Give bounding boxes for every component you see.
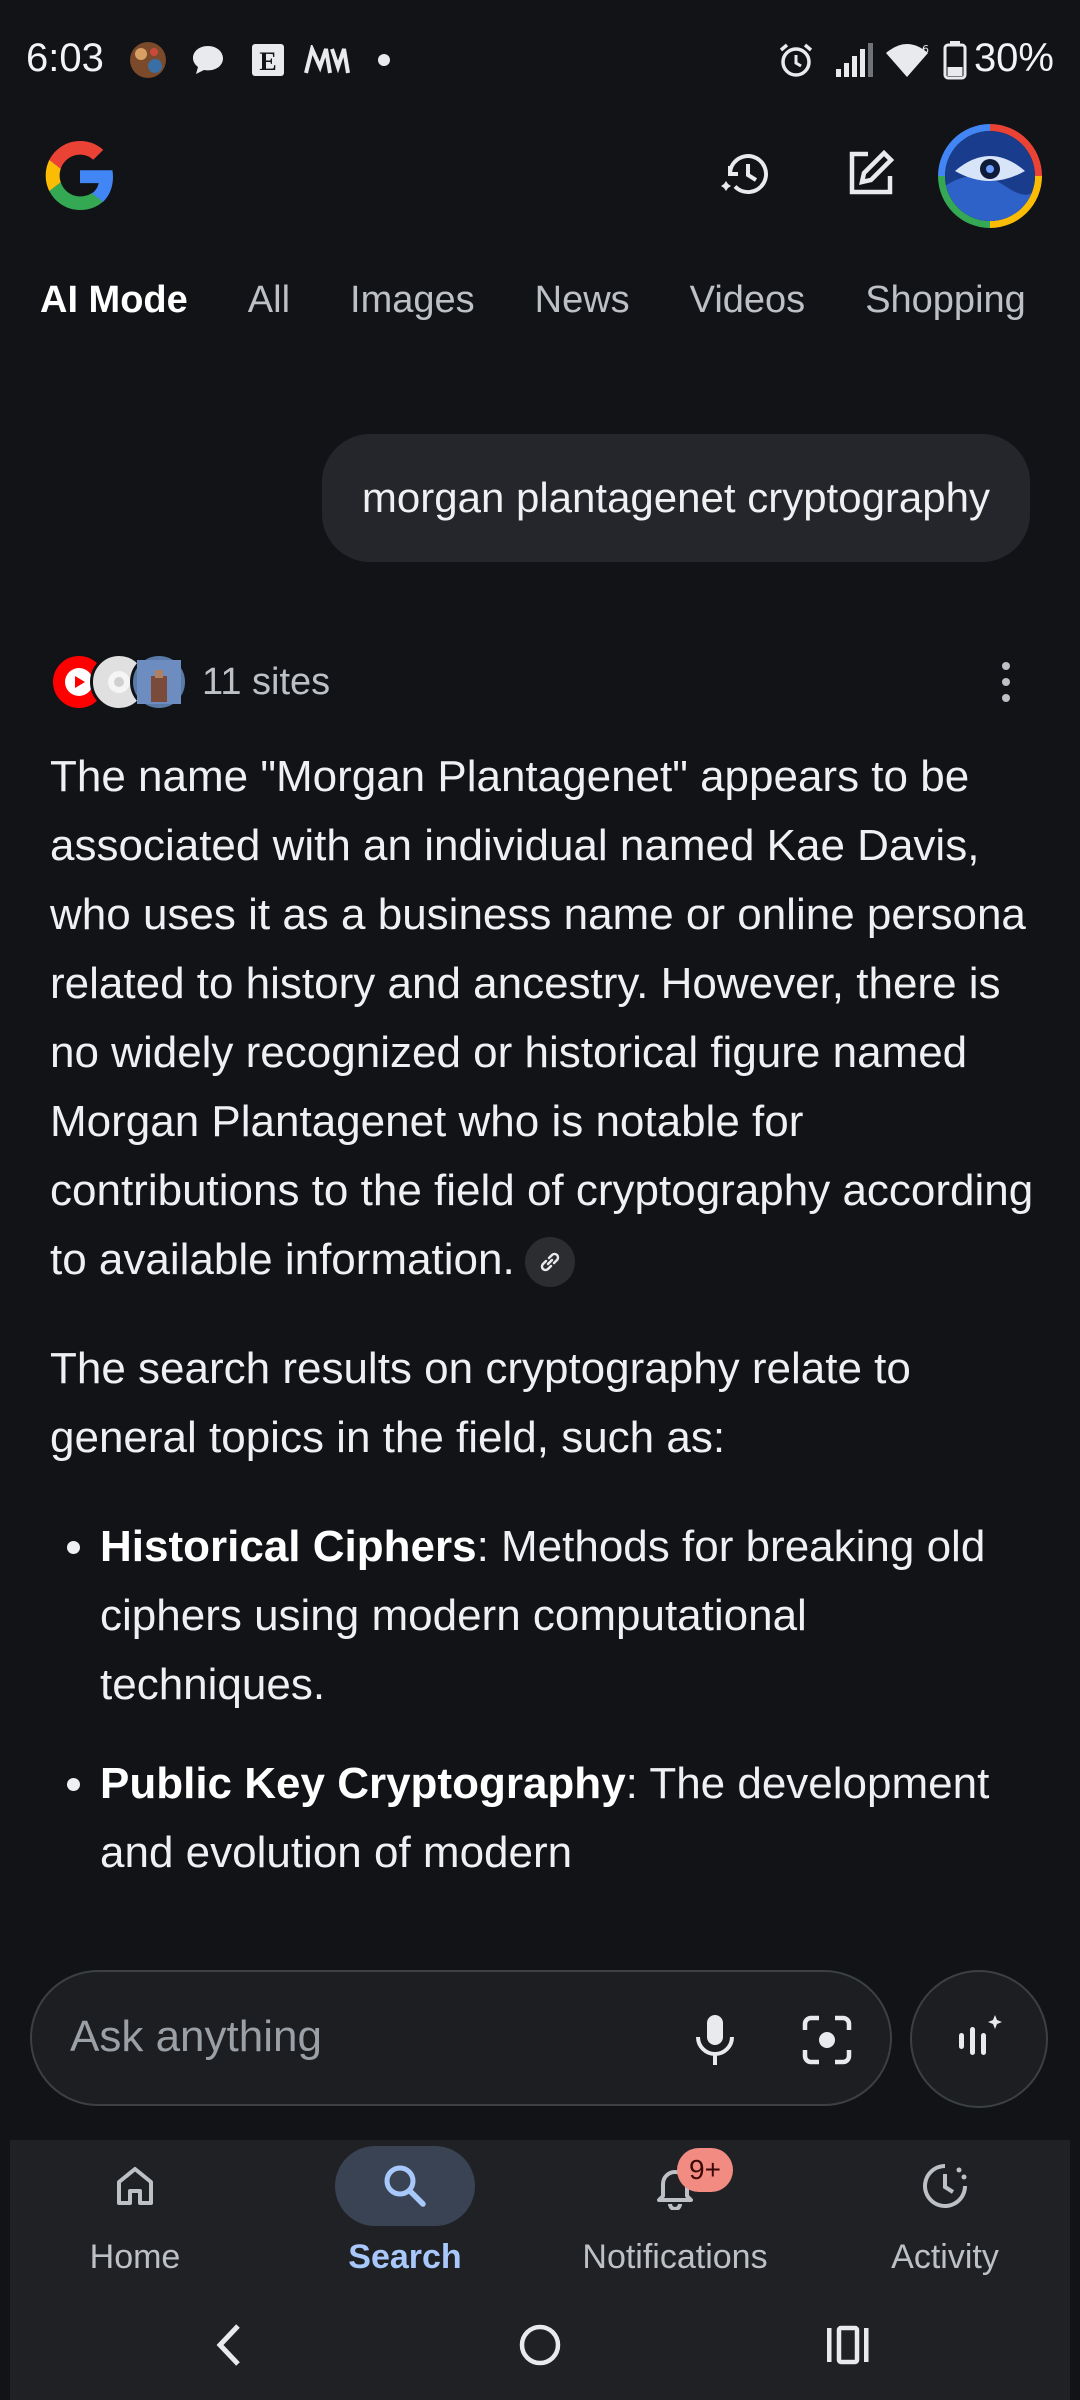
nav-item-home[interactable]: Home (20, 2140, 250, 2295)
link-icon[interactable] (524, 1237, 575, 1288)
search-tabs: AI Mode All Images News Videos Shopping (0, 265, 1080, 335)
sources-row[interactable]: 11 sites (50, 650, 330, 714)
nav-label-notifications: Notifications (582, 2238, 768, 2276)
newspaper-e-icon: E (246, 40, 290, 80)
google-logo[interactable] (40, 136, 120, 216)
photos-app-icon (126, 40, 170, 80)
account-avatar[interactable] (938, 124, 1042, 228)
dot-icon (372, 40, 396, 80)
battery-icon (940, 40, 970, 80)
answer-paragraph: The name "Morgan Plantagenet" appears to… (50, 742, 1040, 1294)
new-chat-icon[interactable] (830, 134, 910, 214)
microphone-icon[interactable] (680, 2005, 750, 2075)
more-options-icon[interactable] (986, 650, 1026, 714)
tab-shopping[interactable]: Shopping (865, 279, 1026, 322)
answer-text: The name "Morgan Plantagenet" appears to… (50, 752, 1034, 1284)
ai-answer: The name "Morgan Plantagenet" appears to… (50, 742, 1040, 1917)
list-item: Historical Ciphers: Methods for breaking… (100, 1512, 1040, 1719)
list-item-title: Public Key Cryptography (100, 1759, 626, 1808)
site-thumbnail-icon (130, 653, 188, 711)
ask-input-placeholder[interactable]: Ask anything (70, 2012, 322, 2062)
tab-all[interactable]: All (248, 279, 290, 322)
bell-icon: 9+ (605, 2146, 745, 2226)
status-bar: 6:03 E 6 30% (0, 0, 1080, 124)
tab-videos[interactable]: Videos (690, 279, 806, 322)
content-fade (0, 1868, 1080, 1938)
history-icon[interactable] (708, 134, 788, 214)
tab-images[interactable]: Images (350, 279, 475, 322)
wifi-icon: 6 (882, 40, 932, 80)
list-item: Public Key Cryptography: The development… (100, 1749, 1040, 1887)
nav-item-notifications[interactable]: 9+ Notifications (560, 2140, 790, 2295)
recents-icon[interactable] (808, 2310, 888, 2380)
list-item-title: Historical Ciphers (100, 1522, 477, 1571)
answer-paragraph: The search results on cryptography relat… (50, 1344, 911, 1462)
battery-percent: 30% (973, 36, 1054, 80)
search-icon (335, 2146, 475, 2226)
svg-text:E: E (259, 47, 276, 76)
back-icon[interactable] (190, 2310, 270, 2380)
nav-item-activity[interactable]: Activity (830, 2140, 1060, 2295)
sources-count: 11 sites (202, 660, 331, 703)
status-time: 6:03 (26, 36, 104, 80)
lens-camera-icon[interactable] (790, 2003, 864, 2077)
user-query-bubble: morgan plantagenet cryptography (321, 434, 1030, 562)
svg-text:6: 6 (922, 43, 929, 56)
nav-label-activity: Activity (891, 2238, 999, 2276)
signal-icon (832, 40, 876, 80)
ai-mode-voice-button[interactable] (910, 1970, 1048, 2108)
nav-label-home: Home (89, 2238, 181, 2276)
medium-icon (302, 40, 352, 80)
chat-bubble-icon (186, 40, 230, 80)
home-icon (65, 2146, 205, 2226)
alarm-icon (774, 40, 818, 80)
home-button-icon[interactable] (500, 2310, 580, 2380)
answer-list: Historical Ciphers: Methods for breaking… (50, 1512, 1040, 1887)
notification-badge: 9+ (677, 2148, 733, 2192)
activity-icon (875, 2146, 1015, 2226)
tab-ai-mode[interactable]: AI Mode (40, 279, 188, 322)
nav-item-search[interactable]: Search (290, 2140, 520, 2295)
nav-label-search: Search (348, 2238, 462, 2276)
tab-news[interactable]: News (535, 279, 630, 322)
